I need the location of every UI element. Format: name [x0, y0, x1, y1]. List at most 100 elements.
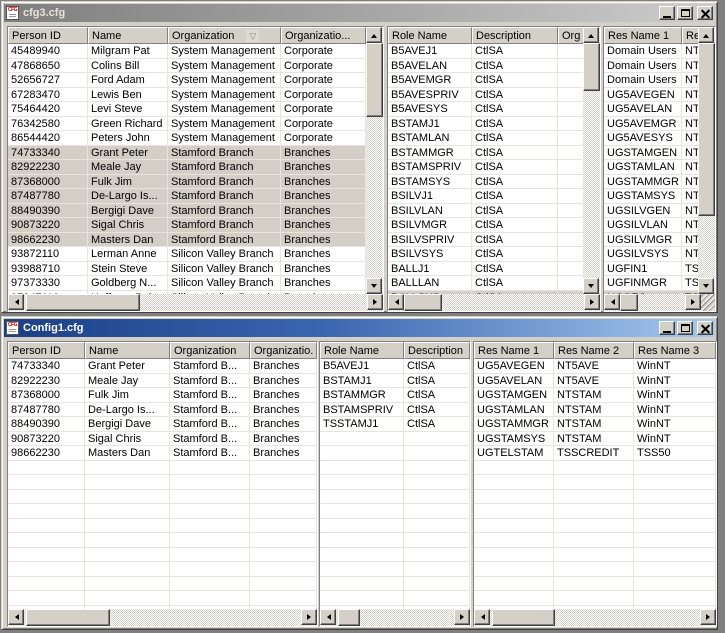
table-row[interactable]: BSTAMMGRCtlSA	[388, 146, 583, 161]
horizontal-scrollbar[interactable]	[604, 294, 701, 311]
table-row[interactable]: UGSILVLANNTS	[604, 218, 698, 233]
table-row[interactable]: UGSILVSYSNTS	[604, 247, 698, 262]
table-row[interactable]: B5AVEJ1CtlSA	[320, 359, 470, 374]
horizontal-scroll-thumb[interactable]	[26, 294, 140, 311]
table-row[interactable]: BSTAMLANCtlSA	[388, 131, 583, 146]
table-row[interactable]: B5AVESPRIVCtlSA	[388, 88, 583, 103]
scroll-right-button[interactable]	[454, 609, 470, 625]
table-row[interactable]: UGFINMGRTSS	[604, 276, 698, 291]
horizontal-scrollbar[interactable]	[320, 609, 470, 626]
table-row[interactable]: 82922230Meale JayStamford B...Branches	[8, 374, 317, 389]
horizontal-scrollbar[interactable]	[474, 609, 716, 626]
table-row[interactable]: UGSTAMMGRNTSTAMWinNT	[474, 417, 716, 432]
table-row[interactable]: 98662230Masters DanStamford BranchBranch…	[8, 233, 366, 248]
table-row[interactable]: UGSTAMLANNTSTAMWinNT	[474, 403, 716, 418]
table-row[interactable]: BSILVLANCtlSA	[388, 204, 583, 219]
empty-row[interactable]	[474, 475, 716, 490]
column-header-role-name[interactable]: Role Name	[320, 342, 404, 359]
column-header-person-id[interactable]: Person ID	[8, 342, 85, 359]
table-row[interactable]: UGSTAMGENNTS	[604, 146, 698, 161]
horizontal-scroll-thumb[interactable]	[338, 609, 360, 626]
table-row[interactable]: 52656727Ford AdamSystem ManagementCorpor…	[8, 73, 366, 88]
column-header-person-id[interactable]: Person ID	[8, 27, 88, 44]
table-row[interactable]: 90873220Sigal ChrisStamford B...Branches	[8, 432, 317, 447]
titlebar[interactable]: CFG cfg3.cfg	[4, 4, 715, 22]
table-row[interactable]: 47868650Colins BillSystem ManagementCorp…	[8, 59, 366, 74]
table-row[interactable]: UG5AVESYSNT5	[604, 131, 698, 146]
horizontal-scroll-thumb[interactable]	[492, 609, 555, 626]
table-row[interactable]: UGSTAMSYSNTS	[604, 189, 698, 204]
empty-row[interactable]	[320, 490, 470, 505]
table-row[interactable]: 97373330Goldberg N...Silicon Valley Bran…	[8, 276, 366, 291]
scroll-down-button[interactable]	[698, 278, 714, 294]
table-row[interactable]: 87487780De-Largo Is...Stamford B...Branc…	[8, 403, 317, 418]
empty-row[interactable]	[474, 519, 716, 534]
table-row[interactable]: B5AVEJ1CtlSA	[388, 44, 583, 59]
table-row[interactable]: 87487780De-Largo Is...Stamford BranchBra…	[8, 189, 366, 204]
table-row[interactable]: 98662230Masters DanStamford B...Branches	[8, 446, 317, 461]
empty-row[interactable]	[320, 519, 470, 534]
empty-row[interactable]	[8, 504, 317, 519]
column-header-description[interactable]: Description	[404, 342, 470, 359]
empty-row[interactable]	[474, 490, 716, 505]
empty-row[interactable]	[320, 562, 470, 577]
table-row[interactable]: UGSTAMLANNTS	[604, 160, 698, 175]
table-row[interactable]: UGSTAMMGRNTS	[604, 175, 698, 190]
table-row[interactable]: UGFIN1TSS	[604, 262, 698, 277]
table-row[interactable]: 45489940Milgram PatSystem ManagementCorp…	[8, 44, 366, 59]
minimize-button[interactable]	[659, 6, 675, 20]
table-row[interactable]: UGSTAMSYSNTSTAMWinNT	[474, 432, 716, 447]
table-row[interactable]: Domain UsersNTS	[604, 73, 698, 88]
column-header-organization[interactable]: Organization	[170, 342, 250, 359]
vertical-scrollbar[interactable]	[366, 27, 383, 294]
table-row[interactable]: TSSTAMJ1CtlSA	[320, 417, 470, 432]
horizontal-scroll-thumb[interactable]	[620, 294, 638, 311]
empty-row[interactable]	[474, 577, 716, 592]
table-row[interactable]: 75464420Levi SteveSystem ManagementCorpo…	[8, 102, 366, 117]
empty-row[interactable]	[474, 533, 716, 548]
table-row[interactable]: 74733340Grant PeterStamford B...Branches	[8, 359, 317, 374]
empty-row[interactable]	[320, 504, 470, 519]
table-row[interactable]: 87368000Fulk JimStamford BranchBranches	[8, 175, 366, 190]
scroll-down-button[interactable]	[583, 278, 599, 294]
table-row[interactable]: BSTAMJ1CtlSA	[388, 117, 583, 132]
table-row[interactable]: BSILVSYSCtlSA	[388, 247, 583, 262]
table-row[interactable]: BSTAMSPRIVCtlSA	[388, 160, 583, 175]
table-row[interactable]: B5AVEMGRCtlSA	[388, 73, 583, 88]
table-row[interactable]: Domain UsersNT5	[604, 44, 698, 59]
table-row[interactable]: Domain UsersNTS	[604, 59, 698, 74]
table-row[interactable]: BALLJ1CtlSA	[388, 262, 583, 277]
vertical-scroll-thumb[interactable]	[698, 43, 715, 216]
vertical-scrollbar[interactable]	[698, 27, 715, 294]
table-row[interactable]: 86544420Peters JohnSystem ManagementCorp…	[8, 131, 366, 146]
table-row[interactable]: 82922230Meale JayStamford BranchBranches	[8, 160, 366, 175]
empty-row[interactable]	[8, 533, 317, 548]
table-row[interactable]: 93872110Lerman AnneSilicon Valley Branch…	[8, 247, 366, 262]
table-row[interactable]: BSILVSPRIVCtlSA	[388, 233, 583, 248]
table-row[interactable]: UG5AVEGENNT5AVEWinNT	[474, 359, 716, 374]
vertical-scroll-thumb[interactable]	[583, 43, 600, 91]
scroll-left-button[interactable]	[8, 294, 24, 310]
horizontal-scrollbar[interactable]	[8, 609, 317, 626]
horizontal-scroll-thumb[interactable]	[404, 294, 442, 311]
resize-grip[interactable]	[701, 294, 715, 311]
scroll-left-button[interactable]	[388, 294, 404, 310]
table-row[interactable]: UG5AVELANNT5	[604, 102, 698, 117]
scroll-right-button[interactable]	[685, 294, 701, 310]
empty-row[interactable]	[8, 461, 317, 476]
table-row[interactable]: 90873220Sigal ChrisStamford BranchBranch…	[8, 218, 366, 233]
table-row[interactable]: UG5AVELANNT5AVEWinNT	[474, 374, 716, 389]
table-row[interactable]: B5AVESYSCtlSA	[388, 102, 583, 117]
scroll-up-button[interactable]	[366, 27, 382, 43]
empty-row[interactable]	[474, 504, 716, 519]
scroll-down-button[interactable]	[366, 278, 382, 294]
scroll-right-button[interactable]	[367, 294, 383, 310]
empty-row[interactable]	[8, 562, 317, 577]
column-header-role-name[interactable]: Role Name	[388, 27, 472, 44]
column-header-res[interactable]: Res	[682, 27, 698, 44]
table-row[interactable]: UG5AVEMGRNT5	[604, 117, 698, 132]
table-row[interactable]: UGTELSTAMTSSCREDITTSS50	[474, 446, 716, 461]
column-header-res-name-1[interactable]: Res Name 1	[604, 27, 682, 44]
scroll-right-button[interactable]	[301, 609, 317, 625]
close-button[interactable]	[697, 6, 713, 20]
